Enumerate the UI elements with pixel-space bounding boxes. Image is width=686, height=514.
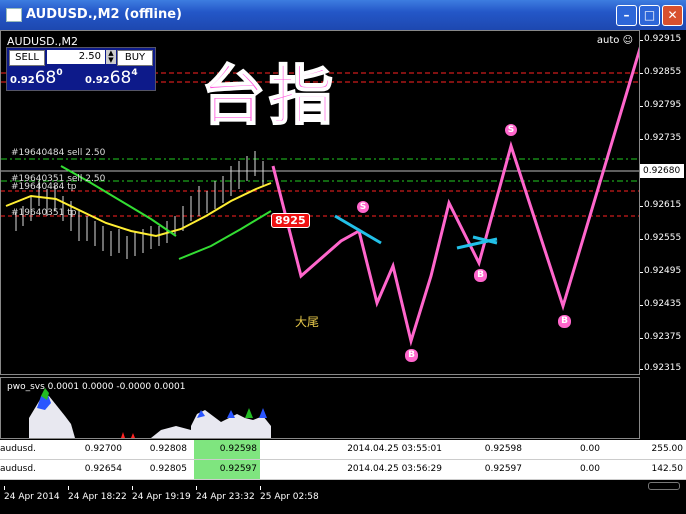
envelope-lower (178, 210, 272, 260)
cell-sl: 0.92808 (149, 444, 187, 454)
time-tick: 24 Apr 18:22 (68, 486, 127, 502)
maximize-button[interactable]: □ (639, 5, 660, 26)
price-tick: 0.92915 (639, 34, 682, 44)
price-tick: 0.92495 (639, 266, 682, 276)
buy-marker: B (474, 269, 487, 282)
indicator-subwindow[interactable]: pwo_svs 0.0001 0.0000 -0.0000 0.0001 (0, 377, 640, 439)
one-click-trade-panel: SELL 2.50 ▲ ▼ BUY 0.92680 0.92684 (6, 47, 156, 91)
window-title-bar[interactable]: AUDUSD.,M2 (offline) – □ ✕ (0, 0, 686, 30)
price-tick: 0.92315 (639, 363, 682, 373)
cell-swap: 0.00 (579, 444, 600, 454)
time-axis[interactable]: 24 Apr 2014 24 Apr 18:22 24 Apr 19:19 24… (0, 480, 640, 514)
auto-scroll-toggle[interactable]: auto ☺ (597, 35, 633, 46)
cell-profit: 142.50 (651, 464, 684, 474)
price-tick: 0.92435 (639, 299, 682, 309)
cell-tp: 0.92598 (194, 440, 260, 459)
buy-price-big: 68 (109, 68, 132, 88)
cell-open: 0.92654 (84, 464, 122, 474)
price-axis[interactable]: 0.92915 0.92855 0.92795 0.92735 0.92680 … (639, 30, 686, 375)
cell-profit: 255.00 (651, 444, 684, 454)
time-tick: 24 Apr 19:19 (132, 486, 191, 502)
buy-price[interactable]: 0.92684 (85, 68, 157, 88)
table-row[interactable]: audusd. 0.92700 0.92808 0.92598 2014.04.… (0, 440, 686, 460)
price-tick: 0.92375 (639, 332, 682, 342)
cell-tp: 0.92597 (194, 460, 260, 479)
order-label-1: #19640484 sell 2.50 (11, 148, 106, 158)
price-tick: 0.92795 (639, 100, 682, 110)
buy-price-prefix: 0.92 (85, 75, 110, 86)
minimize-button[interactable]: – (616, 5, 637, 26)
buy-button[interactable]: BUY (117, 50, 153, 66)
price-tick: 0.92855 (639, 67, 682, 77)
time-tick: 24 Apr 23:32 (196, 486, 255, 502)
indicator-canvas (29, 388, 271, 438)
current-price-label: 0.92680 (640, 164, 684, 178)
orders-table[interactable]: audusd. 0.92700 0.92808 0.92598 2014.04.… (0, 440, 686, 480)
time-tick: 25 Apr 02:58 (260, 486, 319, 502)
price-tick: 0.92735 (639, 133, 682, 143)
sell-marker: S (357, 201, 369, 213)
chart-window-icon (6, 8, 22, 22)
sell-marker: S (505, 124, 517, 136)
sell-price-sup: 0 (56, 68, 63, 78)
cell-open: 0.92700 (84, 444, 122, 454)
sell-price[interactable]: 0.92680 (10, 68, 82, 88)
buy-marker: B (405, 349, 418, 362)
indicator-axis (640, 377, 686, 439)
cell-time: 2014.04.25 03:55:01 (347, 444, 442, 454)
cell-sl: 0.92805 (149, 464, 187, 474)
scroll-handle[interactable] (640, 480, 686, 514)
overlay-title: 台指 (200, 59, 337, 135)
buy-marker: B (558, 315, 571, 328)
cell-symbol: audusd. (0, 444, 36, 454)
table-row[interactable]: audusd. 0.92654 0.92805 0.92597 2014.04.… (0, 460, 686, 480)
price-chart[interactable]: AUDUSD.,M2 auto ☺ SELL 2.50 ▲ ▼ BUY 0.926… (0, 30, 640, 375)
cell-time: 2014.04.25 03:56:29 (347, 464, 442, 474)
lot-size-input[interactable]: 2.50 (47, 50, 105, 64)
sell-button[interactable]: SELL (9, 50, 45, 66)
scroll-grip-icon (648, 482, 680, 490)
cell-price: 0.92597 (484, 464, 522, 474)
cell-symbol: audusd. (0, 464, 36, 474)
lot-spinner[interactable]: ▲ ▼ (106, 50, 116, 64)
sell-price-big: 68 (34, 68, 57, 88)
time-tick: 24 Apr 2014 (4, 486, 60, 502)
price-tick: 0.92615 (639, 200, 682, 210)
window-title: AUDUSD.,M2 (offline) (26, 7, 182, 22)
order-label-4: #19640351 tp (11, 208, 77, 218)
tail-annotation: 大尾 (295, 315, 320, 329)
cell-swap: 0.00 (579, 464, 600, 474)
cell-price: 0.92598 (484, 444, 522, 454)
buy-price-sup: 4 (131, 68, 138, 78)
price-tag: 8925 (271, 213, 310, 228)
sell-price-prefix: 0.92 (10, 75, 35, 86)
price-tick: 0.92555 (639, 233, 682, 243)
close-button[interactable]: ✕ (662, 5, 683, 26)
order-label-3: #19640484 tp (11, 182, 77, 192)
